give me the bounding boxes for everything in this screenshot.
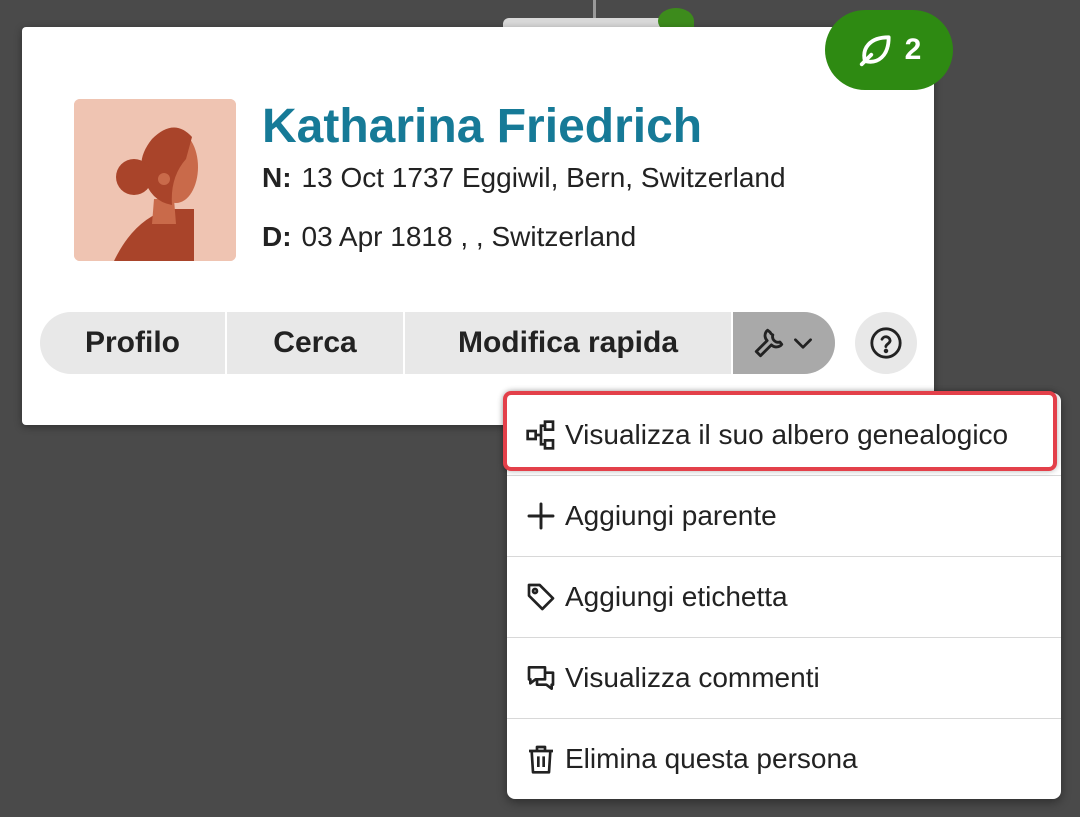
menu-item-add-relative[interactable]: Aggiungi parente (507, 475, 1061, 555)
tools-dropdown-button[interactable] (733, 312, 835, 374)
action-button-bar: Profilo Cerca Modifica rapida (40, 312, 835, 374)
avatar[interactable] (74, 99, 236, 261)
chevron-down-icon (794, 338, 812, 349)
menu-item-view-comments[interactable]: Visualizza commenti (507, 637, 1061, 717)
trash-icon (529, 745, 553, 774)
tools-dropdown-menu: Visualizza il suo albero genealogico Agg… (507, 393, 1061, 799)
menu-item-label: Aggiungi parente (565, 499, 777, 531)
leaf-hint-icon (859, 35, 891, 67)
death-label: D: (262, 221, 292, 252)
help-circle-icon (870, 327, 902, 359)
person-name[interactable]: Katharina Friedrich (262, 99, 702, 154)
plus-icon (527, 502, 555, 529)
tag-icon (527, 583, 555, 610)
menu-item-add-tag[interactable]: Aggiungi etichetta (507, 556, 1061, 636)
death-value: 03 Apr 1818 , , Switzerland (301, 221, 637, 252)
comments-icon (527, 665, 555, 690)
menu-item-delete-person[interactable]: Elimina questa persona (507, 718, 1061, 798)
menu-item-label: Aggiungi etichetta (565, 580, 788, 612)
help-button[interactable] (855, 312, 917, 374)
menu-item-label: Visualizza il suo albero genealogico (565, 419, 1009, 450)
hints-badge[interactable]: 2 (825, 10, 953, 90)
profile-button[interactable]: Profilo (40, 312, 227, 374)
death-fact: D: 03 Apr 1818 , , Switzerland (262, 221, 636, 253)
menu-item-label: Visualizza commenti (565, 661, 820, 693)
birth-fact: N: 13 Oct 1737 Eggiwil, Bern, Switzerland (262, 162, 786, 194)
wrench-icon (754, 328, 784, 358)
family-tree-icon (526, 420, 555, 450)
search-button[interactable]: Cerca (227, 312, 405, 374)
quick-edit-button[interactable]: Modifica rapida (405, 312, 733, 374)
person-card: Katharina Friedrich N: 13 Oct 1737 Eggiwi… (22, 27, 934, 425)
female-silhouette-avatar-icon (74, 99, 236, 261)
birth-label: N: (262, 162, 292, 193)
hints-count: 2 (904, 33, 922, 66)
birth-value: 13 Oct 1737 Eggiwil, Bern, Switzerland (301, 162, 786, 193)
menu-item-label: Elimina questa persona (565, 742, 858, 774)
menu-item-view-family-tree[interactable]: Visualizza il suo albero genealogico (507, 395, 1061, 475)
